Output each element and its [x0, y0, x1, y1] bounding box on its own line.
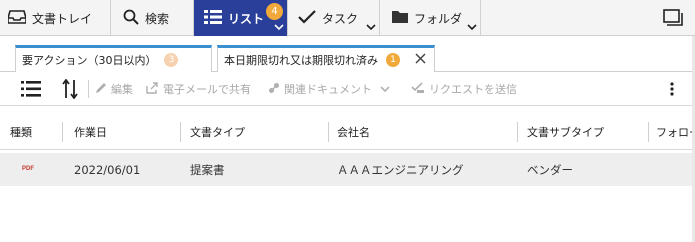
- search-icon: [123, 9, 139, 28]
- nav-item-list[interactable]: リスト 4: [194, 0, 288, 36]
- divider: [88, 80, 89, 98]
- app-root: 文書トレイ 検索 リスト 4 タスク フォルダ 要アクション（30日以内） 3 …: [0, 0, 695, 242]
- close-icon[interactable]: [415, 53, 426, 67]
- column-header-work-date[interactable]: 作業日: [74, 114, 174, 150]
- toolbar: 編集 電子メールで共有 関連ドキュメント リクエストを送信: [0, 72, 695, 106]
- tab-label: 要アクション（30日以内）: [22, 54, 157, 67]
- top-nav: 文書トレイ 検索 リスト 4 タスク フォルダ: [0, 0, 695, 36]
- tab-action-required[interactable]: 要アクション（30日以内） 3: [15, 45, 212, 72]
- file-type-label: PDF: [22, 166, 34, 172]
- chevron-down-icon[interactable]: [366, 20, 376, 34]
- chevron-down-icon: [380, 83, 390, 96]
- table-header: 種類 作業日 文書タイプ 会社名 文書サブタイプ フォロー: [0, 114, 695, 150]
- window-icon[interactable]: [663, 9, 683, 30]
- count-badge: 3: [164, 53, 179, 67]
- column-header-doc-subtype[interactable]: 文書サブタイプ: [527, 114, 642, 150]
- column-divider[interactable]: [328, 122, 329, 142]
- list-icon: [204, 9, 222, 28]
- nav-item-label: 検索: [145, 11, 170, 26]
- folder-icon: [392, 10, 408, 26]
- nav-item-label: フォルダ: [414, 11, 463, 26]
- chevron-down-icon[interactable]: [467, 20, 477, 34]
- nav-item-search[interactable]: 検索: [111, 0, 194, 36]
- pdf-icon: PDF: [22, 153, 36, 186]
- edit-button[interactable]: 編集: [95, 72, 133, 106]
- pencil-icon: [95, 82, 107, 97]
- list-tabs: 要アクション（30日以内） 3 本日期限切れ又は期限切れ済み 1: [0, 36, 695, 72]
- nav-item-label: リスト: [228, 11, 265, 26]
- cell-doc-type: 提案書: [190, 162, 225, 177]
- related-docs-label: 関連ドキュメント: [284, 83, 372, 96]
- share-icon: [146, 81, 159, 97]
- column-divider[interactable]: [180, 122, 181, 142]
- cell-doc-subtype: ベンダー: [527, 162, 573, 177]
- nav-item-task[interactable]: タスク: [288, 0, 380, 36]
- inbox-tray-icon: [7, 9, 27, 27]
- list-view-icon[interactable]: [21, 72, 41, 106]
- email-share-button[interactable]: 電子メールで共有: [146, 72, 251, 106]
- nav-item-folder[interactable]: フォルダ: [380, 0, 481, 36]
- count-badge: 1: [386, 53, 400, 67]
- chevron-down-icon[interactable]: [274, 20, 284, 34]
- request-check-icon: [411, 81, 425, 97]
- send-request-button[interactable]: リクエストを送信: [411, 72, 517, 106]
- cell-company: ＡＡＡエンジニアリング: [337, 162, 464, 177]
- column-header-follow[interactable]: フォロー: [656, 114, 692, 150]
- column-header-doc-type[interactable]: 文書タイプ: [190, 114, 320, 150]
- column-header-company[interactable]: 会社名: [337, 114, 507, 150]
- related-docs-button[interactable]: 関連ドキュメント: [268, 72, 390, 106]
- nav-item-document-tray[interactable]: 文書トレイ: [0, 0, 111, 36]
- column-divider[interactable]: [62, 122, 63, 142]
- more-menu-icon[interactable]: [670, 72, 674, 106]
- nav-item-label: タスク: [322, 11, 359, 26]
- checkmark-icon: [298, 9, 316, 28]
- send-request-label: リクエストを送信: [429, 83, 517, 96]
- email-share-label: 電子メールで共有: [163, 83, 251, 96]
- edit-label: 編集: [111, 83, 133, 96]
- table-row[interactable]: PDF 2022/06/01 提案書 ＡＡＡエンジニアリング ベンダー: [0, 153, 695, 186]
- column-divider[interactable]: [648, 122, 649, 142]
- cell-work-date: 2022/06/01: [74, 162, 141, 177]
- link-icon: [268, 82, 280, 97]
- nav-item-label: 文書トレイ: [32, 11, 93, 26]
- tab-overdue[interactable]: 本日期限切れ又は期限切れ済み 1: [217, 45, 435, 72]
- count-badge: 4: [266, 3, 283, 20]
- column-header-type[interactable]: 種類: [10, 114, 60, 150]
- column-divider[interactable]: [517, 122, 518, 142]
- tab-label: 本日期限切れ又は期限切れ済み: [224, 54, 378, 67]
- sort-icon[interactable]: [62, 72, 78, 106]
